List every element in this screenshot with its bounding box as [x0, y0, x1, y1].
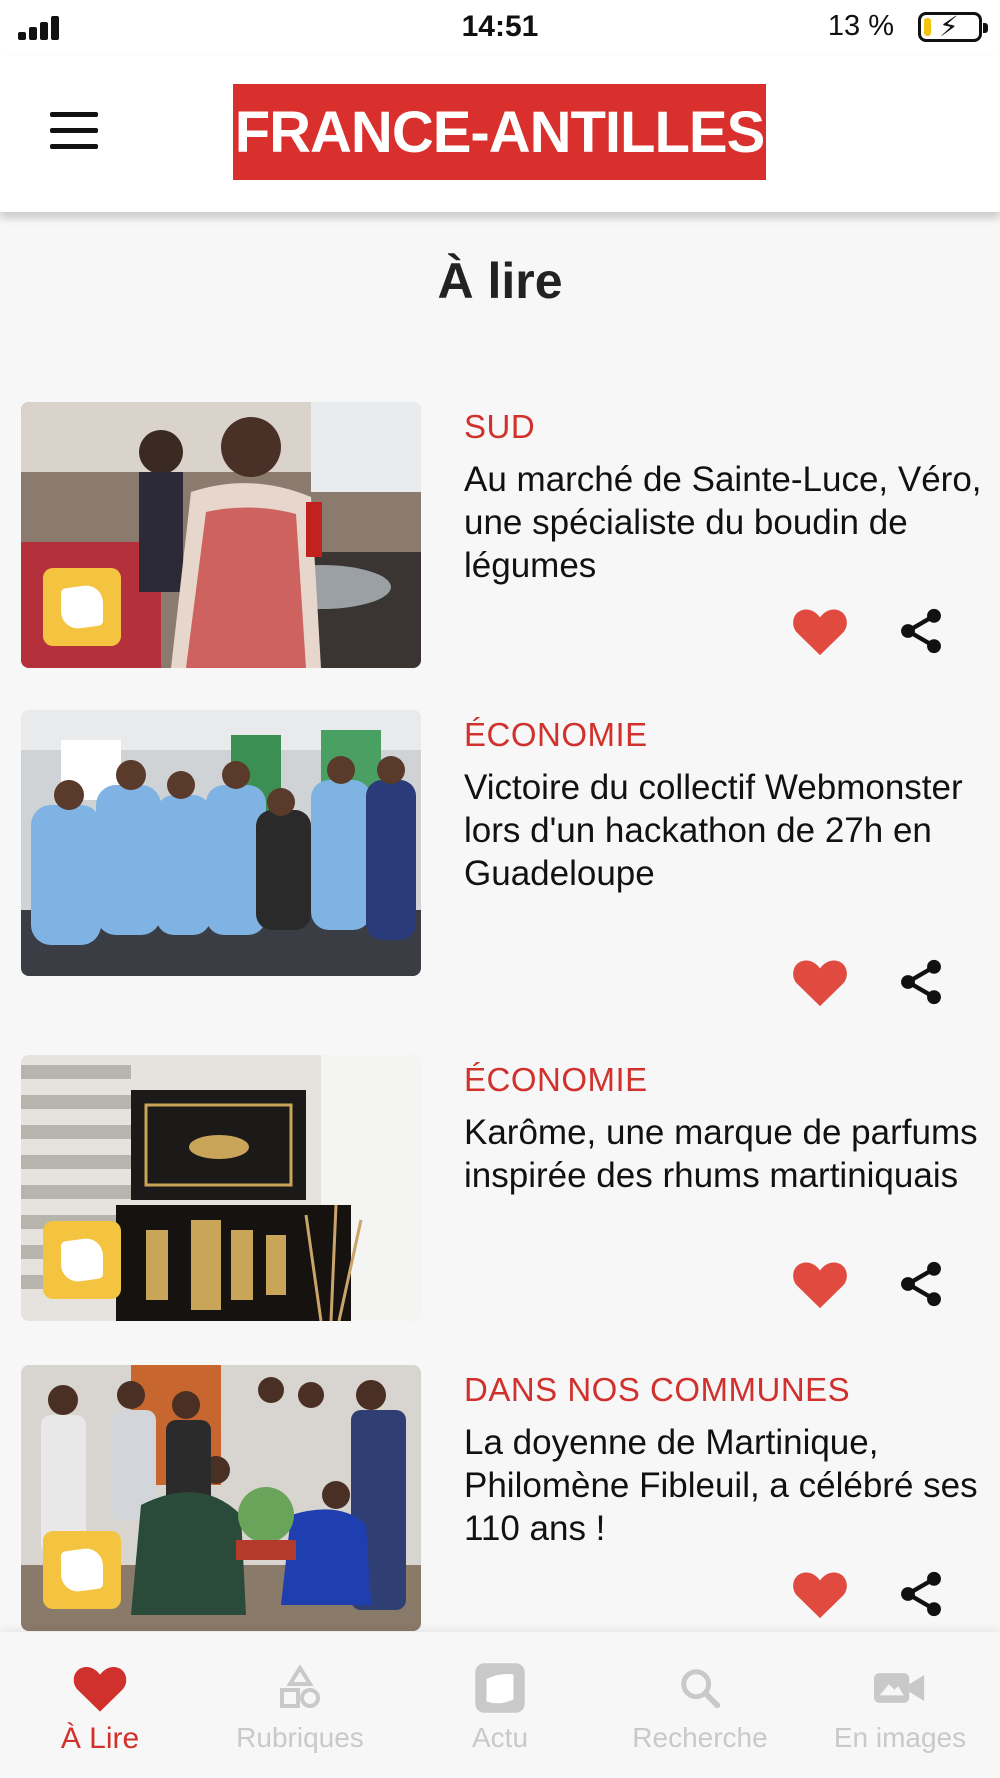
bottom-navigation: À Lire Rubriques Actu Recherche En image… [0, 1632, 1000, 1778]
tab-rubriques[interactable]: Rubriques [200, 1658, 400, 1768]
news-badge-icon [43, 1531, 121, 1609]
tab-label: À Lire [60, 1722, 140, 1755]
search-icon [600, 1658, 800, 1718]
article-card[interactable]: ÉCONOMIE Karôme, une marque de parfums i… [21, 1055, 981, 1325]
article-thumbnail[interactable] [21, 402, 421, 668]
article-title[interactable]: Au marché de Sainte-Luce, Véro, une spéc… [464, 458, 984, 587]
news-badge-icon [43, 568, 121, 646]
article-title[interactable]: La doyenne de Martinique, Philomène Fibl… [464, 1421, 984, 1550]
shapes-icon [200, 1658, 400, 1718]
status-bar: 14:51 13 % ⚡ [0, 0, 1000, 56]
article-category[interactable]: ÉCONOMIE [464, 716, 648, 754]
tab-recherche[interactable]: Recherche [600, 1658, 800, 1768]
tab-label: Rubriques [236, 1722, 364, 1753]
article-category[interactable]: DANS NOS COMMUNES [464, 1371, 850, 1409]
article-thumbnail[interactable] [21, 1365, 421, 1631]
article-title[interactable]: Karôme, une marque de parfums inspirée d… [464, 1111, 984, 1197]
app-header: FRANCE-ANTILLES [0, 56, 1000, 212]
video-camera-icon [800, 1658, 1000, 1718]
share-icon[interactable] [895, 604, 947, 658]
logo-text: FRANCE-ANTILLES [234, 99, 766, 165]
tab-label: Actu [471, 1722, 529, 1753]
news-icon [400, 1658, 600, 1718]
article-category[interactable]: SUD [464, 408, 535, 446]
article-card[interactable]: SUD Au marché de Sainte-Luce, Véro, une … [21, 402, 984, 672]
article-category[interactable]: ÉCONOMIE [464, 1061, 648, 1099]
battery-level-fill [924, 18, 931, 36]
tab-label: En images [833, 1722, 967, 1753]
share-icon[interactable] [895, 1567, 947, 1621]
heart-icon[interactable] [791, 604, 849, 658]
heart-icon[interactable] [791, 1257, 849, 1311]
share-icon[interactable] [895, 1257, 947, 1311]
heart-icon[interactable] [791, 1567, 849, 1621]
tab-en-images[interactable]: En images [800, 1658, 1000, 1768]
charging-bolt-icon: ⚡ [939, 11, 959, 42]
page-title: À lire [437, 253, 563, 309]
article-thumbnail[interactable] [21, 710, 421, 976]
article-thumbnail[interactable] [21, 1055, 421, 1321]
battery-percent: 13 % [827, 10, 894, 42]
article-title[interactable]: Victoire du collectif Webmonster lors d'… [464, 766, 984, 895]
tab-actu[interactable]: Actu [400, 1658, 600, 1768]
article-card[interactable]: DANS NOS COMMUNES La doyenne de Martiniq… [21, 1365, 981, 1631]
hamburger-menu-icon[interactable] [44, 108, 100, 154]
france-antilles-logo[interactable]: FRANCE-ANTILLES [233, 84, 766, 180]
heart-icon [0, 1658, 200, 1718]
battery-charging-icon: ⚡ [918, 11, 988, 42]
news-badge-icon [43, 1221, 121, 1299]
heart-icon[interactable] [791, 955, 849, 1009]
article-card[interactable]: ÉCONOMIE Victoire du collectif Webmonste… [21, 710, 981, 1010]
share-icon[interactable] [895, 955, 947, 1009]
tab-a-lire[interactable]: À Lire [0, 1658, 200, 1768]
tab-label: Recherche [632, 1722, 768, 1753]
